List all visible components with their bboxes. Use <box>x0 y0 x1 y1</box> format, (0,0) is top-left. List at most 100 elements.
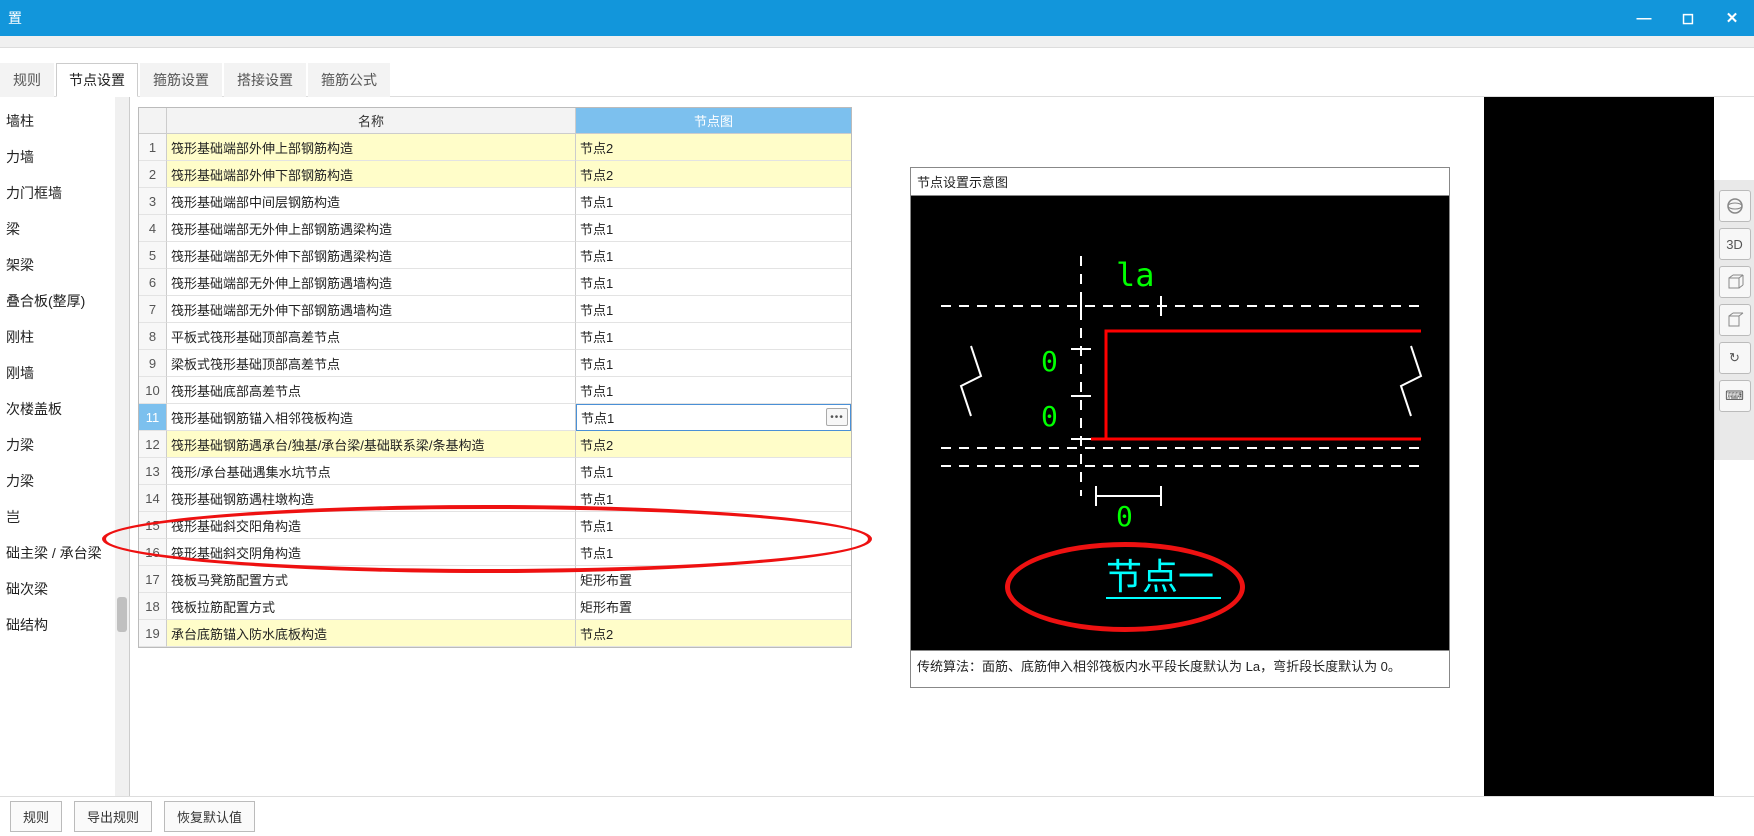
row-name[interactable]: 筏形基础钢筋遇柱墩构造 <box>167 485 576 512</box>
row-name[interactable]: 梁板式筏形基础顶部高差节点 <box>167 350 576 377</box>
row-name[interactable]: 筏形基础钢筋锚入相邻筏板构造 <box>167 404 576 431</box>
grid-row-8[interactable]: 8平板式筏形基础顶部高差节点节点1 <box>139 323 851 350</box>
row-name[interactable]: 筏形基础端部外伸下部钢筋构造 <box>167 161 576 188</box>
tool-icon-cube1[interactable] <box>1719 266 1751 298</box>
grid-row-11[interactable]: 11筏形基础钢筋锚入相邻筏板构造节点1••• <box>139 404 851 431</box>
row-name[interactable]: 筏形基础斜交阴角构造 <box>167 539 576 566</box>
grid-row-5[interactable]: 5筏形基础端部无外伸下部钢筋遇梁构造节点1 <box>139 242 851 269</box>
row-node-value[interactable]: 节点2 <box>576 134 851 161</box>
row-name[interactable]: 筏形基础端部外伸上部钢筋构造 <box>167 134 576 161</box>
row-node-value[interactable]: 节点1 <box>576 269 851 296</box>
minimize-button[interactable]: — <box>1622 0 1666 36</box>
row-index: 10 <box>139 377 167 404</box>
grid-row-2[interactable]: 2筏形基础端部外伸下部钢筋构造节点2 <box>139 161 851 188</box>
sidebar-item-1[interactable]: 力墙 <box>0 139 129 175</box>
row-node-value[interactable]: 节点1 <box>576 215 851 242</box>
row-name[interactable]: 筏形基础端部无外伸下部钢筋遇墙构造 <box>167 296 576 323</box>
grid-row-7[interactable]: 7筏形基础端部无外伸下部钢筋遇墙构造节点1 <box>139 296 851 323</box>
row-node-value[interactable]: 节点1 <box>576 485 851 512</box>
col-header-name: 名称 <box>167 108 576 134</box>
row-node-value[interactable]: 节点1 <box>576 188 851 215</box>
sidebar-item-8[interactable]: 次楼盖板 <box>0 391 129 427</box>
row-node-value[interactable]: 节点2 <box>576 161 851 188</box>
tab-rules[interactable]: 规则 <box>0 63 54 97</box>
footer-btn-export[interactable]: 导出规则 <box>74 801 152 832</box>
sidebar-scroll-thumb[interactable] <box>117 597 127 632</box>
sidebar-item-9[interactable]: 力梁 <box>0 427 129 463</box>
footer-btn-rules[interactable]: 规则 <box>10 801 62 832</box>
sidebar-item-12[interactable]: 础主梁 / 承台梁 <box>0 535 129 571</box>
row-node-value[interactable]: 矩形布置 <box>576 593 851 620</box>
row-name[interactable]: 筏形基础斜交阳角构造 <box>167 512 576 539</box>
row-name[interactable]: 筏板拉筋配置方式 <box>167 593 576 620</box>
maximize-button[interactable]: ◻ <box>1666 0 1710 36</box>
grid-row-1[interactable]: 1筏形基础端部外伸上部钢筋构造节点2 <box>139 134 851 161</box>
sidebar-item-13[interactable]: 础次梁 <box>0 571 129 607</box>
sidebar-item-7[interactable]: 刚墙 <box>0 355 129 391</box>
tool-icon-rotate[interactable]: ↻ <box>1719 342 1751 374</box>
row-name[interactable]: 筏形基础钢筋遇承台/独基/承台梁/基础联系梁/条基构造 <box>167 431 576 458</box>
tool-icon-calc[interactable]: ⌨ <box>1719 380 1751 412</box>
row-node-value[interactable]: 节点1 <box>576 296 851 323</box>
row-name[interactable]: 筏形基础端部中间层钢筋构造 <box>167 188 576 215</box>
row-node-value[interactable]: 节点1 <box>576 350 851 377</box>
grid-row-16[interactable]: 16筏形基础斜交阴角构造节点1 <box>139 539 851 566</box>
row-node-value[interactable]: 节点1 <box>576 323 851 350</box>
row-index: 4 <box>139 215 167 242</box>
sidebar-item-2[interactable]: 力门框墙 <box>0 175 129 211</box>
close-button[interactable]: ✕ <box>1710 0 1754 36</box>
grid-row-14[interactable]: 14筏形基础钢筋遇柱墩构造节点1 <box>139 485 851 512</box>
row-node-value[interactable]: 节点1 <box>576 458 851 485</box>
tool-icon-3d[interactable]: 3D <box>1719 228 1751 260</box>
sidebar-item-14[interactable]: 础结构 <box>0 607 129 643</box>
row-name[interactable]: 筏形基础底部高差节点 <box>167 377 576 404</box>
row-name[interactable]: 平板式筏形基础顶部高差节点 <box>167 323 576 350</box>
row-name[interactable]: 筏形/承台基础遇集水坑节点 <box>167 458 576 485</box>
grid-row-18[interactable]: 18筏板拉筋配置方式矩形布置 <box>139 593 851 620</box>
row-index: 15 <box>139 512 167 539</box>
tab-stirrup-settings[interactable]: 箍筋设置 <box>140 63 222 97</box>
row-node-value[interactable]: 节点1 <box>576 242 851 269</box>
sidebar-item-3[interactable]: 梁 <box>0 211 129 247</box>
row-node-value[interactable]: 矩形布置 <box>576 566 851 593</box>
grid-row-6[interactable]: 6筏形基础端部无外伸上部钢筋遇墙构造节点1 <box>139 269 851 296</box>
sidebar-item-11[interactable]: 岂 <box>0 499 129 535</box>
row-node-value[interactable]: 节点1 <box>576 512 851 539</box>
row-name[interactable]: 筏形基础端部无外伸上部钢筋遇墙构造 <box>167 269 576 296</box>
sidebar-item-6[interactable]: 刚柱 <box>0 319 129 355</box>
grid-row-3[interactable]: 3筏形基础端部中间层钢筋构造节点1 <box>139 188 851 215</box>
tool-icon-cube2[interactable] <box>1719 304 1751 336</box>
grid-row-12[interactable]: 12筏形基础钢筋遇承台/独基/承台梁/基础联系梁/条基构造节点2 <box>139 431 851 458</box>
sidebar-item-0[interactable]: 墙柱 <box>0 103 129 139</box>
row-node-value[interactable]: 节点2 <box>576 431 851 458</box>
row-node-value[interactable]: 节点1••• <box>576 404 851 431</box>
tab-node-settings[interactable]: 节点设置 <box>56 63 138 97</box>
sidebar-item-4[interactable]: 架梁 <box>0 247 129 283</box>
row-name[interactable]: 筏形基础端部无外伸上部钢筋遇梁构造 <box>167 215 576 242</box>
row-index: 12 <box>139 431 167 458</box>
tab-stirrup-formula[interactable]: 箍筋公式 <box>308 63 390 97</box>
row-node-value[interactable]: 节点1 <box>576 539 851 566</box>
grid-row-19[interactable]: 19承台底筋锚入防水底板构造节点2 <box>139 620 851 647</box>
row-name[interactable]: 承台底筋锚入防水底板构造 <box>167 620 576 647</box>
grid-row-17[interactable]: 17筏板马凳筋配置方式矩形布置 <box>139 566 851 593</box>
grid-row-10[interactable]: 10筏形基础底部高差节点节点1 <box>139 377 851 404</box>
row-index: 8 <box>139 323 167 350</box>
grid-row-13[interactable]: 13筏形/承台基础遇集水坑节点节点1 <box>139 458 851 485</box>
row-index: 17 <box>139 566 167 593</box>
row-node-value[interactable]: 节点2 <box>576 620 851 647</box>
grid-row-4[interactable]: 4筏形基础端部无外伸上部钢筋遇梁构造节点1 <box>139 215 851 242</box>
sidebar-scrollbar[interactable] <box>115 97 129 805</box>
tab-lap-settings[interactable]: 搭接设置 <box>224 63 306 97</box>
cell-picker-button[interactable]: ••• <box>826 408 848 426</box>
sidebar-item-10[interactable]: 力梁 <box>0 463 129 499</box>
row-name[interactable]: 筏板马凳筋配置方式 <box>167 566 576 593</box>
grid-row-15[interactable]: 15筏形基础斜交阳角构造节点1 <box>139 512 851 539</box>
tool-icon-sphere[interactable] <box>1719 190 1751 222</box>
grid-row-9[interactable]: 9梁板式筏形基础顶部高差节点节点1 <box>139 350 851 377</box>
right-toolbar: 3D ↻ ⌨ <box>1714 180 1754 460</box>
row-node-value[interactable]: 节点1 <box>576 377 851 404</box>
sidebar-item-5[interactable]: 叠合板(整厚) <box>0 283 129 319</box>
row-name[interactable]: 筏形基础端部无外伸下部钢筋遇梁构造 <box>167 242 576 269</box>
footer-btn-restore-defaults[interactable]: 恢复默认值 <box>164 801 255 832</box>
